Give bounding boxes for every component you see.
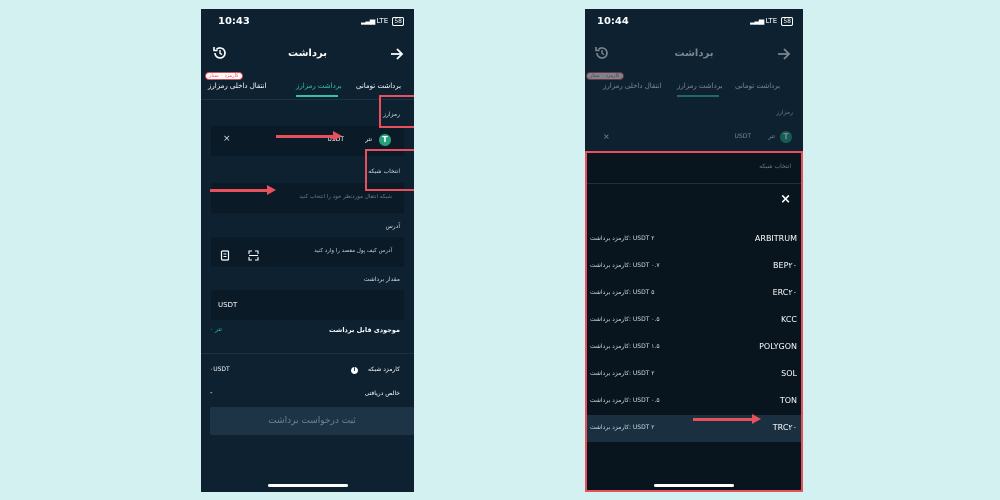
active-tab-indicator xyxy=(296,95,338,97)
page-title: برداشت xyxy=(288,48,327,59)
promo-badge: کارمزد ۰ ستار xyxy=(586,72,624,80)
net-received-label: خالص دریافتی xyxy=(364,390,400,397)
paste-icon[interactable] xyxy=(220,246,230,261)
net-received-value: - xyxy=(210,389,213,397)
tab-toman-withdraw[interactable]: برداشت تومانی xyxy=(735,82,780,90)
address-placeholder: آدرس کیف پول مقصد را وارد کنید xyxy=(314,248,392,254)
tether-icon: T xyxy=(379,134,391,146)
tab-crypto-withdraw[interactable]: برداشت رمزارز xyxy=(677,82,723,90)
status-time: 10:44 xyxy=(597,16,629,27)
annotation-arrow-trc20 xyxy=(693,413,763,425)
annotation-box-network-list xyxy=(585,151,803,492)
promo-badge: کارمزد ۰ ستار xyxy=(205,72,243,80)
status-indicators: ▂▃▅ LTE 58 xyxy=(361,17,404,26)
address-label: آدرس xyxy=(385,223,400,230)
fee-value: ۰USDT xyxy=(210,366,230,373)
tether-icon: T xyxy=(780,131,792,143)
status-indicators: ▂▃▅ LTE 58 xyxy=(750,17,793,26)
submit-withdraw-button[interactable]: ثبت درخواست برداشت xyxy=(210,407,414,435)
tab-toman-withdraw[interactable]: برداشت تومانی xyxy=(356,82,401,90)
balance-value[interactable]: ۰ تتر xyxy=(210,326,222,333)
active-tab-indicator xyxy=(677,95,719,97)
currency-symbol: USDT xyxy=(734,133,752,140)
signal-icon: ▂▃▅ xyxy=(750,17,764,25)
annotation-arrow-network xyxy=(210,184,276,196)
tab-internal-transfer[interactable]: انتقال داخلی رمزارز xyxy=(603,82,661,90)
balance-label: موجودی قابل برداشت xyxy=(329,326,400,334)
phone-screen-network-picker: 10:44 ▂▃▅ LTE 58 برداشت کارمزد ۰ ستار ان… xyxy=(585,9,803,492)
annotation-arrow-currency xyxy=(276,130,342,142)
battery-icon: 58 xyxy=(392,17,404,26)
address-input[interactable]: آدرس کیف پول مقصد را وارد کنید xyxy=(211,237,404,267)
tab-internal-transfer[interactable]: انتقال داخلی رمزارز xyxy=(208,82,266,90)
arrow-right-icon[interactable] xyxy=(777,46,791,60)
page-title: برداشت xyxy=(674,48,714,59)
scan-qr-icon[interactable] xyxy=(248,246,259,261)
battery-icon: 58 xyxy=(781,17,793,26)
amount-unit: USDT xyxy=(218,301,238,309)
fee-row: i کارمزد شبکه xyxy=(351,366,400,374)
signal-icon: ▂▃▅ xyxy=(361,17,375,25)
network-type: LTE xyxy=(376,17,389,25)
status-time: 10:43 xyxy=(218,16,250,27)
info-icon[interactable]: i xyxy=(351,367,359,374)
home-indicator xyxy=(268,484,348,487)
network-type: LTE xyxy=(765,17,778,25)
amount-label: مقدار برداشت xyxy=(363,276,400,283)
currency-name: تتر xyxy=(365,136,372,143)
clear-icon[interactable]: × xyxy=(223,134,231,144)
section-divider xyxy=(201,353,414,354)
amount-input[interactable]: USDT xyxy=(211,290,404,320)
clear-icon[interactable]: × xyxy=(603,132,610,141)
currency-label: رمزارز xyxy=(776,109,793,116)
tab-crypto-withdraw[interactable]: برداشت رمزارز xyxy=(296,82,342,90)
annotation-box-currency xyxy=(379,95,414,128)
currency-name: تتر xyxy=(768,133,775,140)
phone-screen-withdraw-form: 10:43 ▂▃▅ LTE 58 برداشت کارمزد ۰ ستار ان… xyxy=(201,9,414,492)
fee-label: کارمزد شبکه xyxy=(367,366,400,373)
network-placeholder: شبکه انتقال موردنظر خود را انتخاب کنید xyxy=(299,194,392,200)
arrow-right-icon[interactable] xyxy=(390,46,404,60)
annotation-box-network xyxy=(365,149,414,191)
